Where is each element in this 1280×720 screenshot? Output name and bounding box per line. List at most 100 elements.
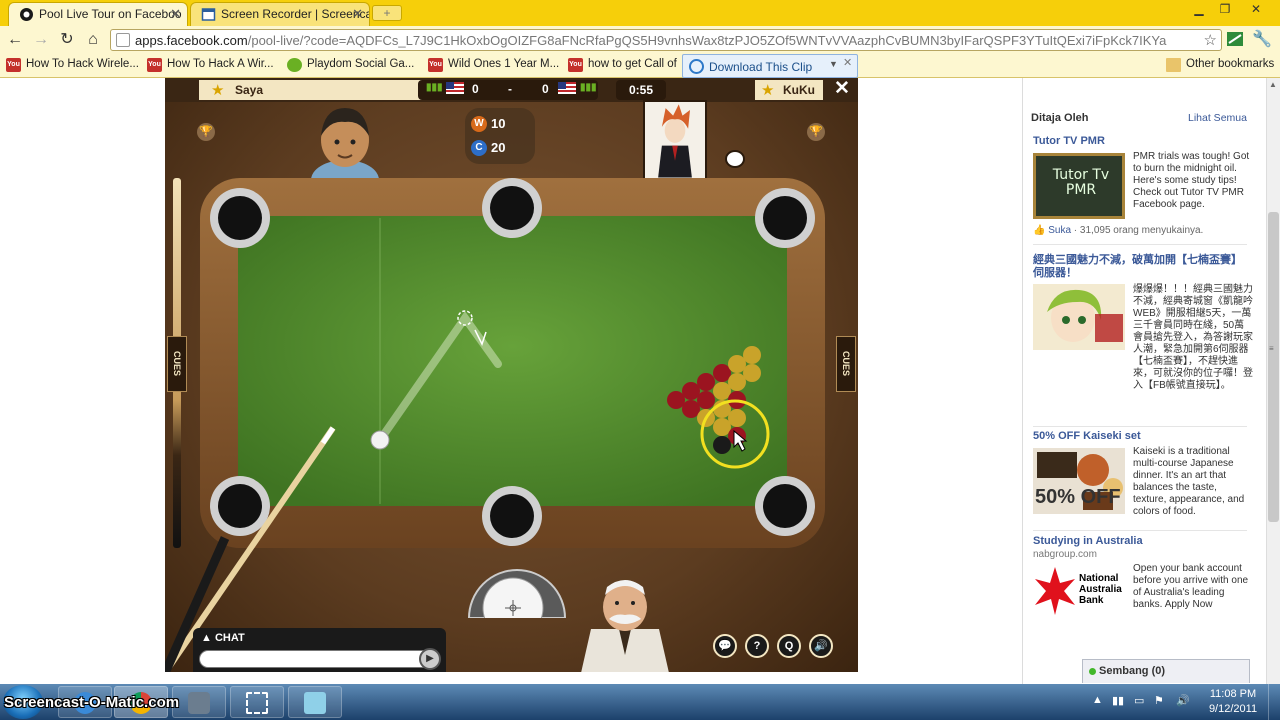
signal-icon: ▮▮▮	[580, 82, 597, 93]
ad-image-text: 50% OFF	[1035, 486, 1121, 508]
bookmark-item[interactable]: Playdom Social Ga...	[287, 58, 414, 72]
bookmark-label: Wild Ones 1 Year M...	[448, 58, 560, 70]
minimize-icon[interactable]: ▁	[1186, 0, 1212, 18]
wins-count: 10	[491, 116, 506, 131]
ad-image[interactable]: 50% OFF	[1033, 448, 1125, 514]
close-window-icon[interactable]: ✕	[1240, 0, 1272, 18]
back-arrow-icon[interactable]: ←	[5, 30, 25, 50]
ad-image[interactable]	[1033, 284, 1125, 350]
close-tab-icon[interactable]: ✕	[170, 3, 181, 25]
page-icon	[201, 8, 216, 21]
ad-image[interactable]: National Australia Bank	[1033, 565, 1125, 617]
player-left-plate: ★ Saya	[199, 80, 439, 100]
chat-input[interactable]	[199, 650, 425, 668]
playdom-icon	[287, 58, 302, 72]
ad-three-kingdoms[interactable]: 經典三國魅力不減，破萬加開【七楠盃賽】伺服器！ 爆爆爆！！！經典三國魅力不減，經…	[1033, 254, 1253, 424]
ad-like-row: 👍 Suka · 31,095 orang menyukainya.	[1033, 225, 1204, 236]
tab-bar: Pool Live Tour on Faceboo ✕ Screen Recor…	[0, 0, 1280, 26]
score-separator: -	[508, 82, 512, 96]
chevron-down-icon[interactable]: ▼	[829, 59, 838, 69]
chat-bubble-button[interactable]: 💬	[713, 634, 737, 658]
reload-icon[interactable]: ↻	[57, 30, 77, 50]
bookmark-item[interactable]: You how to get Call of	[568, 58, 677, 72]
chat-label[interactable]: ▲ CHAT	[201, 632, 245, 644]
chat-label-text: CHAT	[214, 632, 245, 644]
volume-icon[interactable]: 🔊	[1176, 694, 1190, 707]
scroll-thumb[interactable]	[1268, 212, 1279, 522]
send-icon[interactable]: ▶	[419, 648, 441, 670]
close-tab-icon[interactable]: ✕	[352, 3, 363, 25]
close-game-icon[interactable]: ✕	[829, 78, 855, 100]
maximize-icon[interactable]: ❐	[1212, 0, 1238, 18]
ad-image-text: National Australia Bank	[1079, 573, 1122, 606]
tray-expand-icon[interactable]: ▲	[1092, 694, 1103, 706]
ad-nab[interactable]: Studying in Australia nabgroup.com Natio…	[1033, 535, 1253, 625]
quality-button[interactable]: Q	[777, 634, 801, 658]
us-flag-icon	[558, 82, 576, 94]
address-bar[interactable]: apps.facebook.com/pool-live/?code=AQDFCs…	[110, 29, 1222, 51]
signal-icon: ▮▮▮	[426, 82, 443, 93]
tab-screen-recorder[interactable]: Screen Recorder | Screencas ✕	[190, 2, 370, 26]
ad-body: Open your bank account before you arrive…	[1133, 563, 1249, 610]
game-chat: ▲ CHAT ▶	[193, 628, 446, 672]
cues-tab-left[interactable]: CUES	[167, 336, 187, 392]
flag-icon[interactable]: ⚑	[1154, 694, 1164, 707]
new-tab-button[interactable]: +	[372, 5, 402, 21]
taskbar-app[interactable]	[288, 686, 342, 718]
show-desktop-button[interactable]	[1268, 684, 1280, 720]
page-info-icon[interactable]	[116, 33, 130, 47]
forward-arrow-icon[interactable]: →	[31, 30, 51, 50]
download-clip-bar[interactable]: Download This Clip ▼ ✕	[682, 54, 858, 78]
chat-bar[interactable]: Sembang (0)	[1082, 659, 1250, 683]
bookmark-item[interactable]: You How To Hack A Wir...	[147, 58, 274, 72]
taskbar-settings[interactable]	[172, 686, 226, 718]
sound-button[interactable]: 🔊	[809, 634, 833, 658]
opponent-avatar	[643, 100, 707, 180]
taskbar-screencast[interactable]	[230, 686, 284, 718]
pool-ball-icon	[20, 8, 33, 21]
coins-count: 20	[491, 140, 506, 155]
close-icon[interactable]: ✕	[843, 56, 852, 69]
divider	[1033, 530, 1247, 531]
page-scrollbar[interactable]: ▲ ≡	[1266, 78, 1280, 688]
bookmark-item[interactable]: You How To Hack Wirele...	[6, 58, 139, 72]
sponsored-sidebar: Ditaja Oleh Lihat Semua Tutor TV PMR Tut…	[1022, 78, 1266, 688]
bookmarks-bar: You How To Hack Wirele... You How To Hack …	[0, 54, 1280, 78]
ad-tutor-tv[interactable]: Tutor TV PMR Tutor Tv PMR PMR trials was…	[1033, 135, 1253, 245]
see-all-link[interactable]: Lihat Semua	[1188, 112, 1247, 124]
home-icon[interactable]: ⌂	[83, 30, 103, 50]
bookmark-star-icon[interactable]: ☆	[1204, 31, 1217, 49]
speech-bubble-icon[interactable]	[725, 150, 745, 168]
player-stats: W 10 C 20	[465, 108, 535, 164]
screencast-watermark: Screencast-O-Matic.com	[4, 694, 180, 711]
network-icon[interactable]: ▮▮	[1112, 694, 1124, 707]
system-clock[interactable]: 11:08 PM 9/12/2011	[1202, 687, 1264, 717]
spin-selector[interactable]	[465, 558, 569, 618]
ad-image[interactable]: Tutor Tv PMR	[1033, 153, 1125, 219]
youtube-icon: You	[147, 58, 162, 72]
ad-body: Kaiseki is a traditional multi-course Ja…	[1133, 446, 1245, 517]
pool-game[interactable]: ★ Saya ▮▮▮ 0 - 0 ▮▮▮ 0:55 ★ KuKu ✕ W 10 …	[165, 78, 858, 672]
like-count: 31,095 orang menyukainya.	[1079, 225, 1204, 236]
wrench-icon[interactable]: 🔧	[1252, 30, 1272, 50]
cues-tab-right[interactable]: CUES	[836, 336, 856, 392]
scroll-up-icon[interactable]: ▲	[1269, 80, 1277, 89]
ad-body: PMR trials was tough! Got to burn the mi…	[1133, 151, 1250, 210]
like-link[interactable]: Suka	[1048, 225, 1071, 236]
ad-title[interactable]: 50% OFF Kaiseki set	[1033, 430, 1141, 442]
screen: Pool Live Tour on Faceboo ✕ Screen Recor…	[0, 0, 1280, 720]
ad-title[interactable]: Studying in Australia	[1033, 535, 1143, 547]
ad-title[interactable]: 經典三國魅力不減，破萬加開【七楠盃賽】伺服器！	[1033, 254, 1243, 280]
sponsored-heading: Ditaja Oleh	[1031, 112, 1089, 124]
player-right-plate: ★ KuKu	[755, 80, 823, 100]
help-button[interactable]: ?	[745, 634, 769, 658]
ad-kaiseki[interactable]: 50% OFF Kaiseki set 50% OFF Kaiseki is a…	[1033, 430, 1253, 530]
bookmark-item[interactable]: You Wild Ones 1 Year M...	[428, 58, 560, 72]
monitor-icon[interactable]: ▭	[1134, 694, 1144, 707]
online-status-icon	[1089, 668, 1096, 675]
ad-image-text: Tutor Tv PMR	[1052, 167, 1110, 198]
other-bookmarks[interactable]: Other bookmarks	[1166, 58, 1274, 72]
ad-title[interactable]: Tutor TV PMR	[1033, 135, 1105, 147]
tab-pool-live[interactable]: Pool Live Tour on Faceboo ✕	[8, 2, 188, 26]
extension-icon[interactable]	[1226, 30, 1244, 50]
